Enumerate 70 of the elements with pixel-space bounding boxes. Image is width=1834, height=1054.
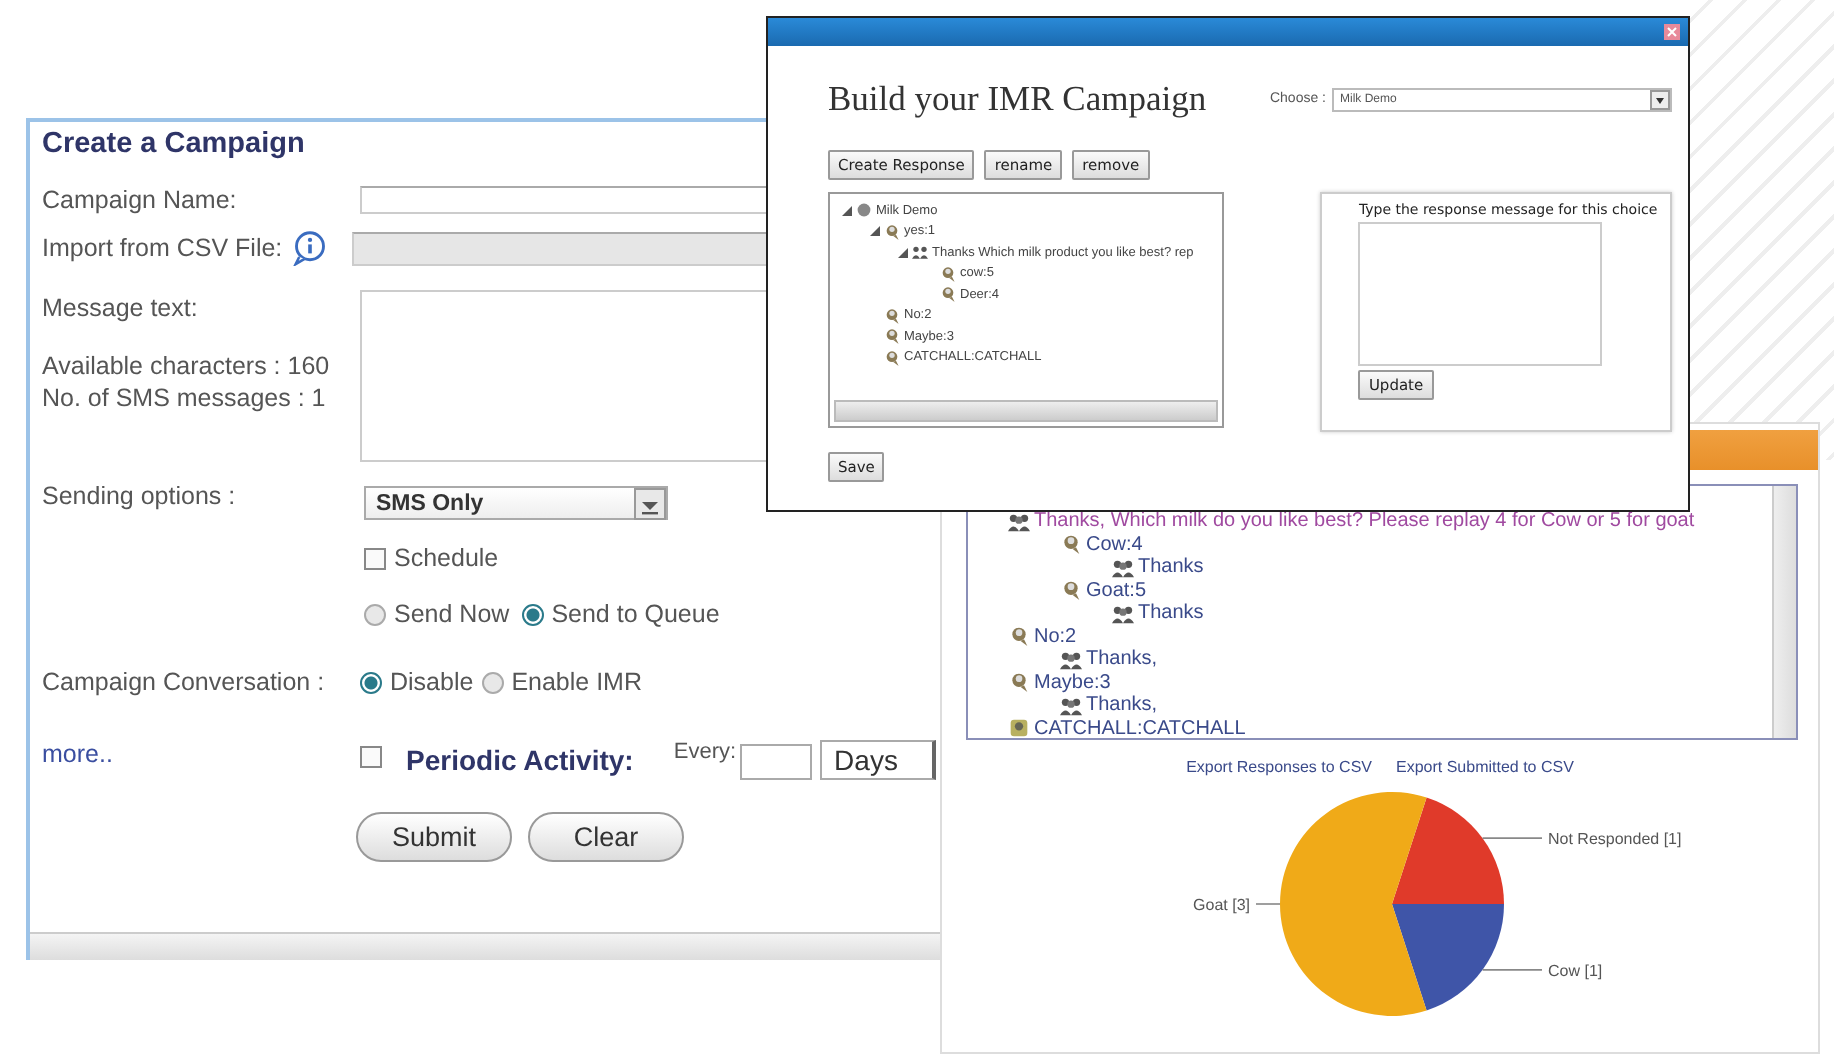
tree-node[interactable]: Maybe:3 <box>1034 671 1111 694</box>
info-icon[interactable] <box>292 230 329 266</box>
tree-node[interactable]: Thanks, <box>1086 648 1158 671</box>
tree-node[interactable]: Cow:4 <box>1086 533 1143 556</box>
export-link[interactable]: Export Submitted to CSV <box>1396 758 1574 776</box>
send-mode-radio[interactable]: Send Now <box>364 600 510 628</box>
person-icon <box>1060 580 1082 601</box>
slice-label: Cow [1] <box>1548 961 1603 980</box>
every-input[interactable] <box>740 744 813 780</box>
person-icon <box>884 328 900 345</box>
leader-line <box>1481 837 1543 839</box>
people-icon <box>912 244 928 261</box>
more-link[interactable]: more.. <box>42 740 360 768</box>
tree-node[interactable]: Thanks, <box>1086 694 1158 717</box>
leader-line <box>1255 903 1281 905</box>
person-icon <box>940 265 956 282</box>
circle-icon <box>856 202 872 219</box>
horizontal-scrollbar[interactable] <box>834 400 1219 422</box>
person-icon <box>884 307 900 324</box>
people-icon <box>1060 695 1082 716</box>
tree-node[interactable]: Thanks <box>1138 556 1204 579</box>
sms-count: No. of SMS messages : 1 <box>42 382 328 414</box>
periodic-checkbox[interactable] <box>360 746 382 768</box>
person-icon <box>1008 718 1030 738</box>
dropdown-icon <box>634 487 666 519</box>
schedule-checkbox[interactable]: Schedule <box>364 544 499 572</box>
tree-node[interactable]: Thanks, Which milk do you like best? Please replay 4 for Cow or 5 for goat <box>1034 510 1695 533</box>
person-icon <box>1008 626 1030 647</box>
people-icon <box>1060 649 1082 670</box>
toggle-icon[interactable] <box>842 205 852 216</box>
person-icon <box>1060 534 1082 555</box>
field-label: Import from CSV File: <box>42 234 283 262</box>
conversation-radio[interactable]: Enable IMR <box>481 668 642 696</box>
unit-field[interactable]: Days <box>820 740 937 780</box>
field-label: Campaign Conversation : <box>42 668 327 696</box>
person-icon <box>884 223 900 240</box>
dialog-title: Build your IMR Campaign <box>828 78 1209 120</box>
send-mode-radio[interactable]: Send to Queue <box>521 600 720 628</box>
periodic-activity-label: Periodic Activity: <box>406 744 634 776</box>
people-icon <box>1112 557 1134 578</box>
person-icon <box>884 349 900 366</box>
sending-options-select[interactable]: SMS Only <box>364 486 668 520</box>
field-label: Campaign Name: <box>42 186 239 214</box>
horizontal-scrollbar[interactable] <box>30 932 946 960</box>
person-icon <box>1008 672 1030 693</box>
people-icon <box>1008 511 1030 532</box>
tree-node[interactable]: CATCHALL:CATCHALL <box>1034 717 1246 738</box>
leader-line <box>1481 969 1543 971</box>
toggle-icon[interactable] <box>898 247 908 258</box>
export-link[interactable]: Export Responses to CSV <box>1186 758 1372 776</box>
available-characters: Available characters : 160 <box>42 350 332 382</box>
slice-label: Not Responded [1] <box>1548 830 1682 849</box>
close-icon[interactable] <box>1664 24 1680 40</box>
response-textarea[interactable] <box>1358 222 1603 366</box>
toggle-icon[interactable] <box>870 226 880 237</box>
tree-node[interactable]: Thanks <box>1138 602 1204 625</box>
form-button[interactable]: Submit <box>356 812 512 862</box>
slice-label: Goat [3] <box>1193 896 1250 914</box>
person-icon <box>940 286 956 303</box>
tree-node[interactable]: No:2 <box>1034 625 1077 648</box>
form-title: Create a Campaign <box>42 128 307 160</box>
people-icon <box>1112 603 1134 624</box>
tree-node[interactable]: Goat:5 <box>1086 579 1147 602</box>
conversation-radio[interactable]: Disable <box>360 668 474 696</box>
field-label: Sending options : <box>42 482 238 510</box>
vertical-scrollbar[interactable] <box>1772 486 1796 738</box>
field-label: Message text: <box>42 294 200 322</box>
dropdown-icon <box>1650 89 1670 109</box>
form-button[interactable]: Clear <box>528 812 684 862</box>
every-label: Every: <box>673 740 737 764</box>
